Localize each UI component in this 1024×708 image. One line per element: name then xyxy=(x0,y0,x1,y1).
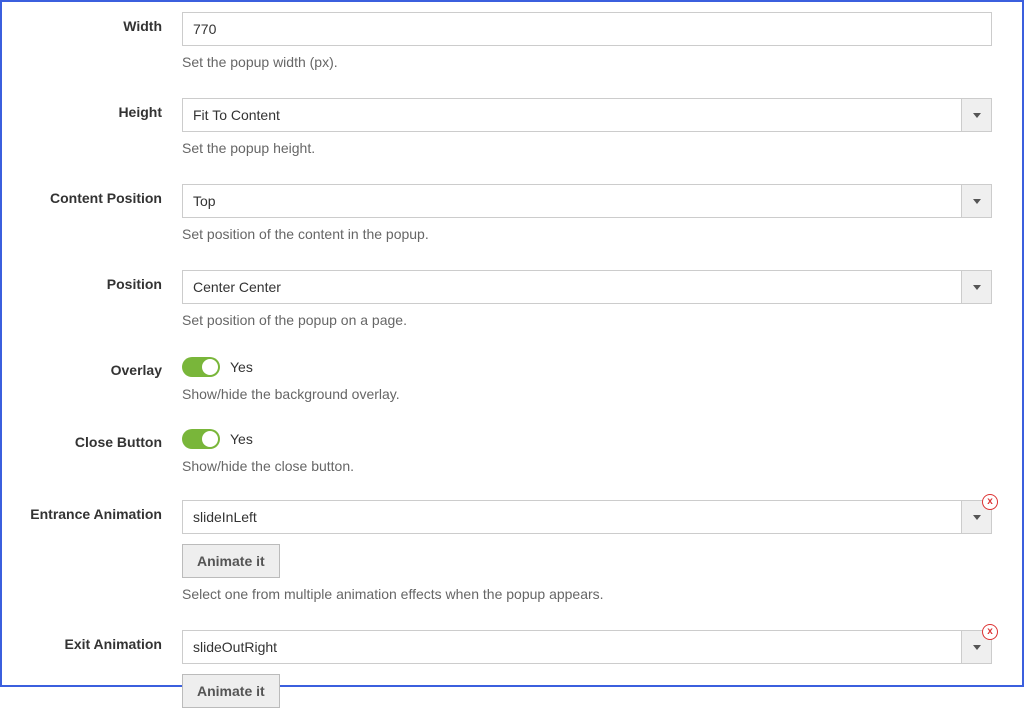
entrance-animation-label: Entrance Animation xyxy=(12,500,182,522)
close-button-toggle-value: Yes xyxy=(230,431,253,447)
exit-animation-select[interactable]: slideOutRight xyxy=(182,630,992,664)
chevron-down-icon xyxy=(973,285,981,290)
entrance-animation-help: Select one from multiple animation effec… xyxy=(182,586,992,602)
exit-animation-clear-button[interactable]: x xyxy=(982,624,998,640)
height-help: Set the popup height. xyxy=(182,140,992,156)
overlay-toggle-value: Yes xyxy=(230,359,253,375)
height-select-value[interactable]: Fit To Content xyxy=(182,98,962,132)
position-help: Set position of the popup on a page. xyxy=(182,312,992,328)
width-help: Set the popup width (px). xyxy=(182,54,992,70)
position-select-value[interactable]: Center Center xyxy=(182,270,962,304)
overlay-help: Show/hide the background overlay. xyxy=(182,386,992,402)
content-position-select[interactable]: Top xyxy=(182,184,992,218)
close-button-help: Show/hide the close button. xyxy=(182,458,992,474)
close-icon: x xyxy=(987,497,993,507)
animate-exit-button[interactable]: Animate it xyxy=(182,674,280,708)
toggle-knob xyxy=(202,359,218,375)
position-select-toggle[interactable] xyxy=(962,270,992,304)
entrance-animation-select[interactable]: slideInLeft xyxy=(182,500,992,534)
chevron-down-icon xyxy=(973,515,981,520)
entrance-animation-clear-button[interactable]: x xyxy=(982,494,998,510)
close-icon: x xyxy=(987,627,993,637)
close-button-label: Close Button xyxy=(12,428,182,450)
content-position-select-value[interactable]: Top xyxy=(182,184,962,218)
exit-animation-select-value[interactable]: slideOutRight xyxy=(182,630,962,664)
overlay-label: Overlay xyxy=(12,356,182,378)
position-select[interactable]: Center Center xyxy=(182,270,992,304)
width-label: Width xyxy=(12,12,182,34)
height-select-toggle[interactable] xyxy=(962,98,992,132)
toggle-knob xyxy=(202,431,218,447)
position-label: Position xyxy=(12,270,182,292)
chevron-down-icon xyxy=(973,199,981,204)
entrance-animation-select-value[interactable]: slideInLeft xyxy=(182,500,962,534)
animate-entrance-button[interactable]: Animate it xyxy=(182,544,280,578)
close-button-toggle[interactable] xyxy=(182,429,220,449)
exit-animation-label: Exit Animation xyxy=(12,630,182,652)
chevron-down-icon xyxy=(973,645,981,650)
width-input[interactable] xyxy=(182,12,992,46)
content-position-label: Content Position xyxy=(12,184,182,206)
content-position-select-toggle[interactable] xyxy=(962,184,992,218)
chevron-down-icon xyxy=(973,113,981,118)
height-select[interactable]: Fit To Content xyxy=(182,98,992,132)
content-position-help: Set position of the content in the popup… xyxy=(182,226,992,242)
height-label: Height xyxy=(12,98,182,120)
overlay-toggle[interactable] xyxy=(182,357,220,377)
